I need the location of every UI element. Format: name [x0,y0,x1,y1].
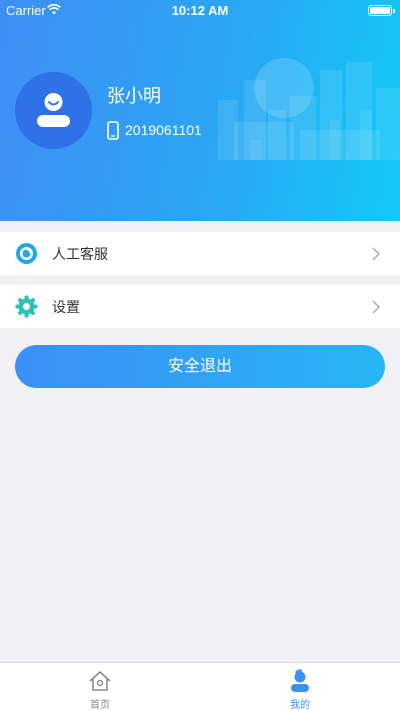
menu-item-label: 人工客服 [52,247,108,263]
user-avatar-icon [37,93,70,127]
user-avatar[interactable] [15,72,92,149]
chevron-right-icon [372,300,380,314]
customer-service-icon [16,243,37,264]
logout-button[interactable]: 安全退出 [15,345,385,388]
home-icon [89,671,111,691]
mobile-phone-icon [107,121,119,140]
user-name: 张小明 [107,86,161,107]
tab-label: 我的 [290,700,310,710]
gear-icon [15,295,38,318]
tab-home[interactable]: 首页 [0,663,200,710]
tab-bar: 首页 我的 [0,662,400,710]
menu-item-label: 设置 [52,300,80,316]
profile-icon [291,669,309,692]
menu-item-settings[interactable]: 设置 [0,285,400,328]
phone-number: 2019061101 [125,122,202,138]
tab-mine[interactable]: 我的 [200,663,400,710]
tab-label: 首页 [90,700,110,710]
menu-item-customer-service[interactable]: 人工客服 [0,232,400,275]
chevron-right-icon [372,247,380,261]
profile-header: Carrier 10:12 AM 张小明 2019061101 [0,0,400,221]
status-bar: Carrier 10:12 AM [0,0,400,20]
clock-time: 10:12 AM [171,3,229,18]
battery-icon [368,5,395,16]
